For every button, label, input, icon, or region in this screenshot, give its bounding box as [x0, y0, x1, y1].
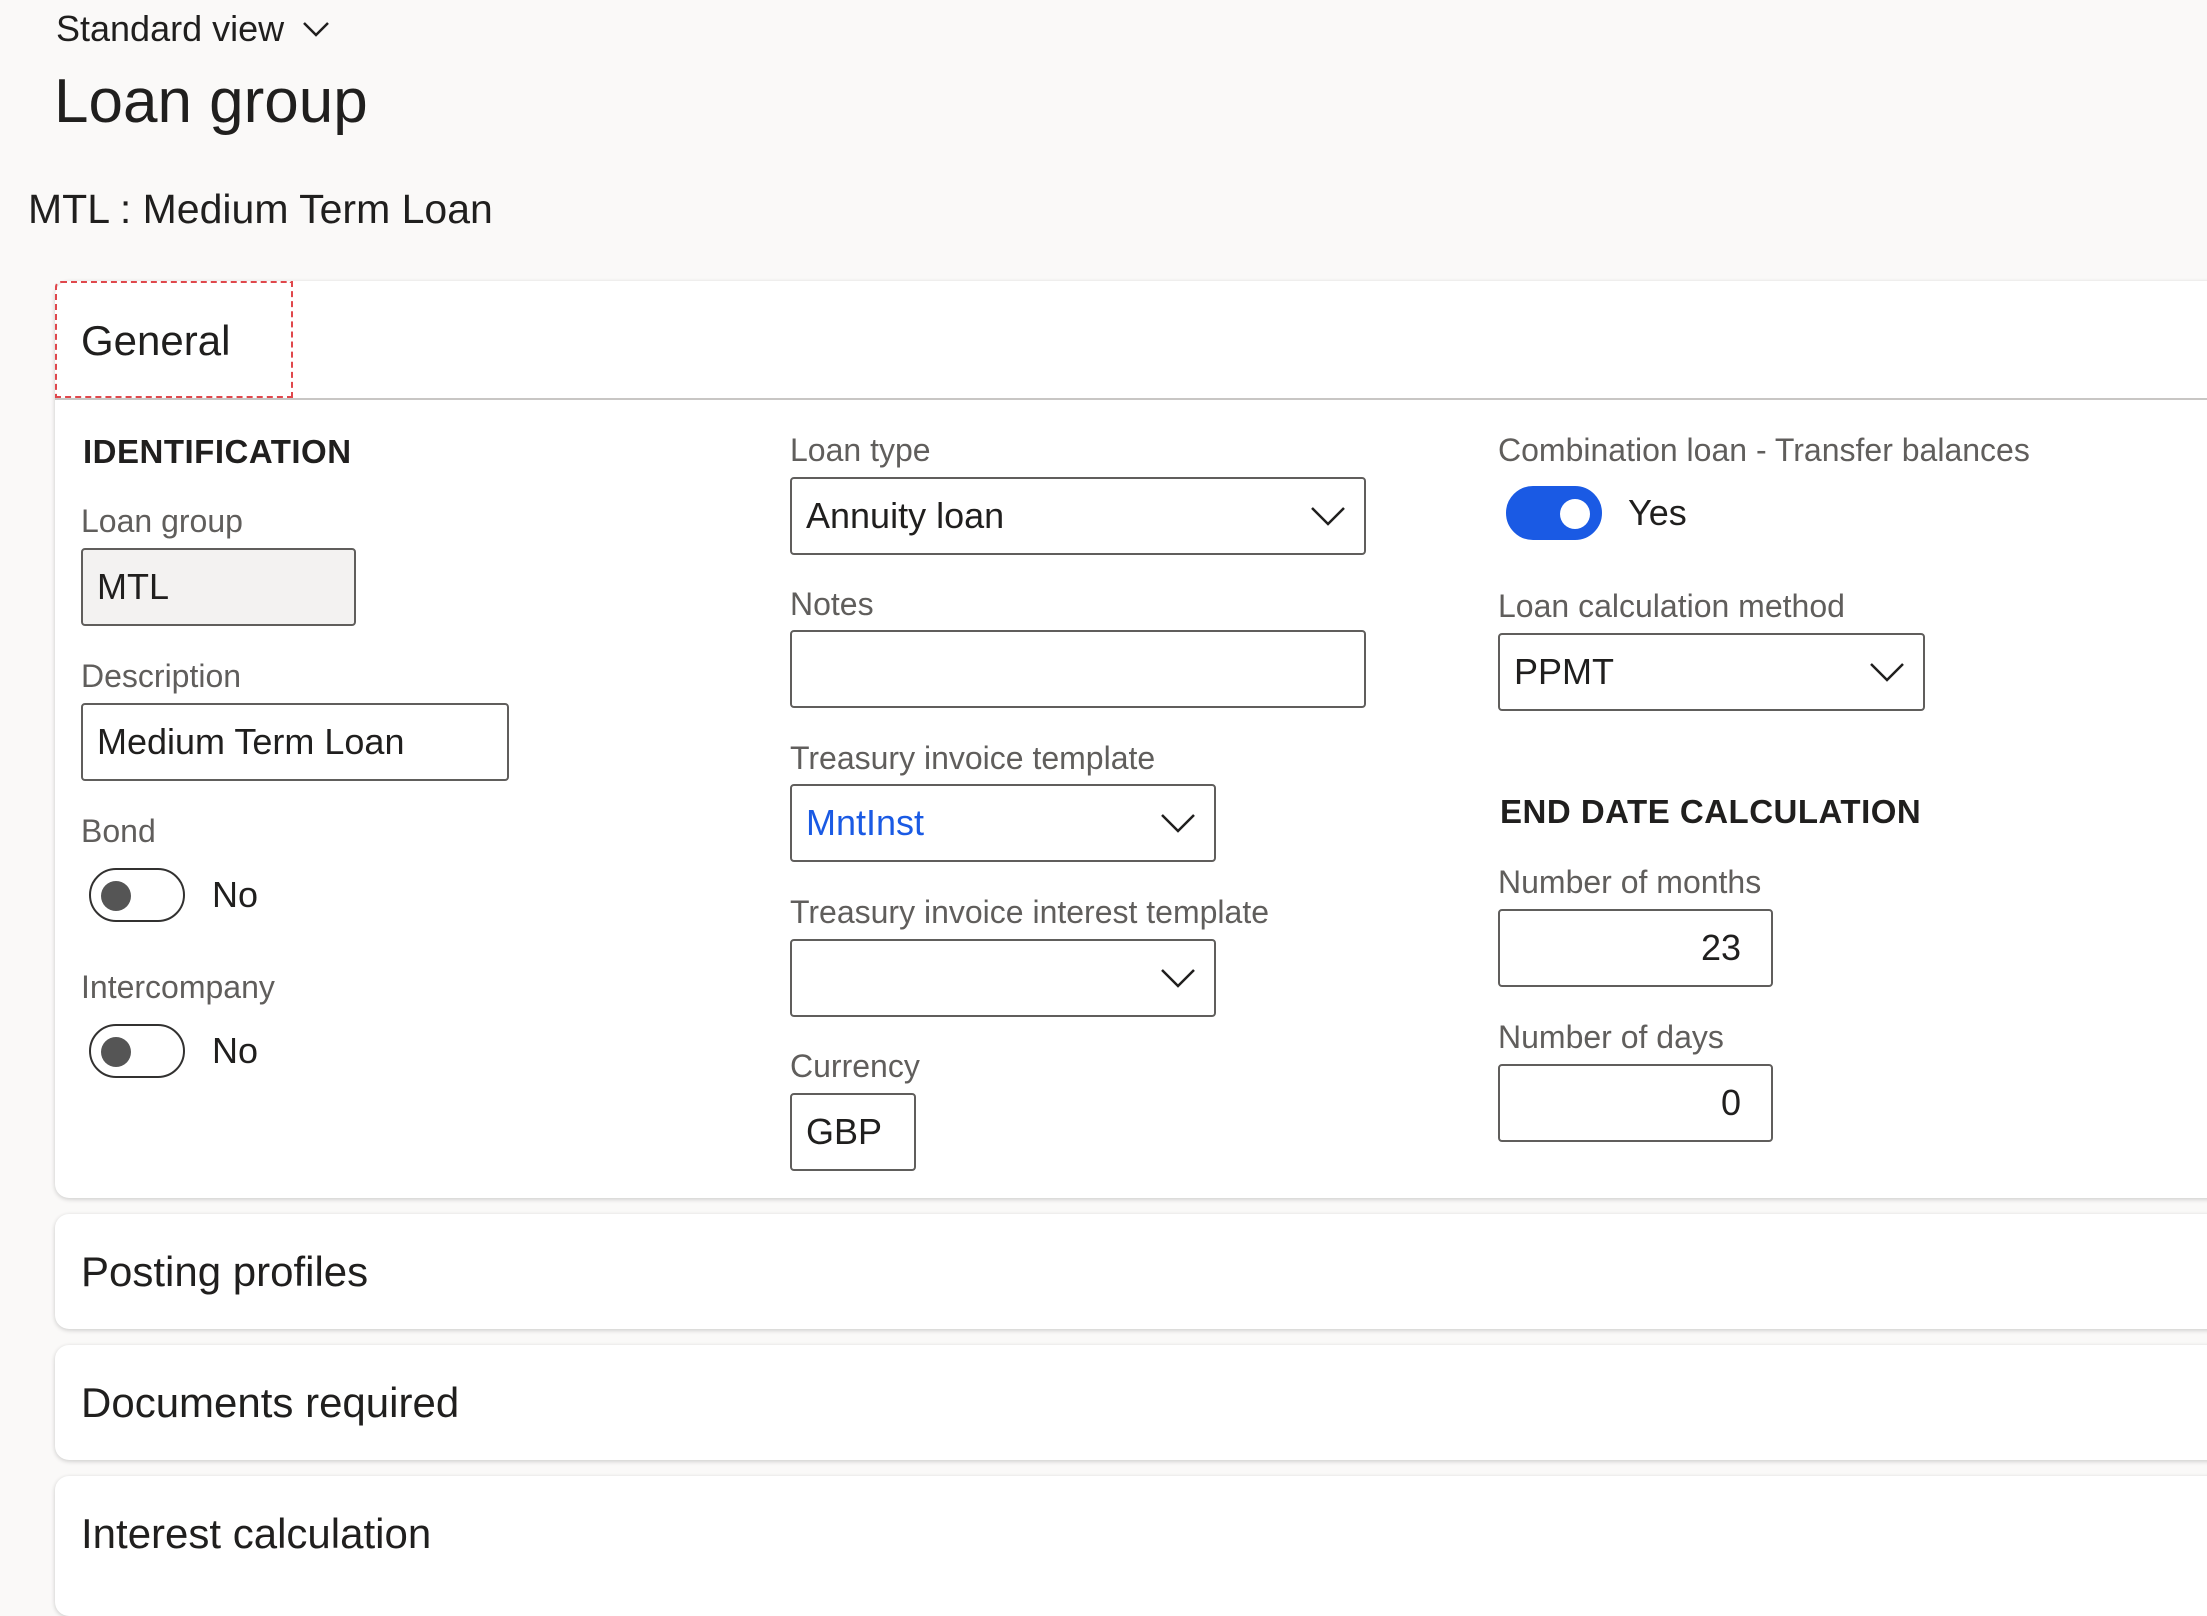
- invoice-template-dropdown[interactable]: MntInst: [790, 784, 1216, 862]
- chevron-down-icon: [1311, 507, 1345, 526]
- months-field[interactable]: 23: [1498, 909, 1773, 987]
- chevron-down-icon: [1161, 814, 1195, 833]
- loan-group-value: MTL: [97, 566, 169, 607]
- combination-loan-label: Combination loan - Transfer balances: [1498, 432, 2030, 468]
- general-tab-header[interactable]: General: [55, 281, 2207, 400]
- loan-type-label: Loan type: [790, 432, 931, 468]
- general-fasttab: General IDENTIFICATION Loan group MTL De…: [55, 281, 2207, 1198]
- calc-method-dropdown[interactable]: PPMT: [1498, 633, 1925, 711]
- toggle-knob: [101, 881, 131, 911]
- loan-group-label: Loan group: [81, 503, 243, 539]
- toggle-knob: [101, 1037, 131, 1067]
- loan-type-dropdown[interactable]: Annuity loan: [790, 477, 1366, 555]
- calc-method-value: PPMT: [1514, 651, 1615, 692]
- description-label: Description: [81, 658, 242, 694]
- chevron-down-icon: [1161, 969, 1195, 988]
- currency-field[interactable]: GBP: [790, 1093, 916, 1171]
- interest-calculation-title: Interest calculation: [81, 1510, 432, 1557]
- days-field[interactable]: 0: [1498, 1064, 1773, 1142]
- posting-profiles-title: Posting profiles: [81, 1248, 369, 1295]
- chevron-down-icon: [1870, 663, 1904, 682]
- bond-label: Bond: [81, 813, 156, 849]
- notes-field[interactable]: [790, 630, 1366, 708]
- description-value: Medium Term Loan: [97, 721, 405, 762]
- invoice-template-label: Treasury invoice template: [790, 740, 1156, 776]
- toggle-knob: [1560, 499, 1590, 529]
- combination-loan-value: Yes: [1628, 492, 1687, 533]
- loan-group-field[interactable]: MTL: [81, 548, 356, 626]
- documents-required-fasttab[interactable]: Documents required: [55, 1345, 2207, 1460]
- identification-section-label: IDENTIFICATION: [83, 433, 352, 470]
- months-label: Number of months: [1498, 864, 1762, 900]
- posting-profiles-fasttab[interactable]: Posting profiles: [55, 1214, 2207, 1329]
- description-field[interactable]: Medium Term Loan: [81, 703, 509, 781]
- interest-template-dropdown[interactable]: [790, 939, 1216, 1017]
- interest-template-label: Treasury invoice interest template: [790, 894, 1270, 930]
- intercompany-value: No: [212, 1030, 259, 1071]
- end-date-section-label: END DATE CALCULATION: [1500, 793, 1922, 830]
- record-title: MTL : Medium Term Loan: [28, 186, 493, 232]
- view-switcher-label: Standard view: [56, 8, 285, 49]
- days-value: 0: [1720, 1082, 1741, 1123]
- chevron-down-icon: [303, 22, 330, 37]
- intercompany-label: Intercompany: [81, 969, 275, 1005]
- currency-label: Currency: [790, 1048, 920, 1084]
- page-title: Loan group: [54, 67, 368, 136]
- loan-type-value: Annuity loan: [806, 495, 1005, 536]
- documents-required-title: Documents required: [81, 1379, 460, 1426]
- general-tab-title: General: [81, 317, 231, 364]
- months-value: 23: [1700, 927, 1741, 968]
- combination-loan-toggle[interactable]: [1506, 486, 1602, 540]
- interest-calculation-fasttab[interactable]: Interest calculation: [55, 1476, 2207, 1616]
- notes-label: Notes: [790, 586, 874, 622]
- intercompany-toggle[interactable]: [89, 1024, 185, 1078]
- currency-value: GBP: [806, 1111, 883, 1152]
- calc-method-label: Loan calculation method: [1498, 588, 1845, 624]
- bond-value: No: [212, 874, 259, 915]
- days-label: Number of days: [1498, 1019, 1724, 1055]
- bond-toggle[interactable]: [89, 868, 185, 922]
- view-switcher[interactable]: Standard view: [56, 8, 332, 50]
- invoice-template-value[interactable]: MntInst: [806, 802, 924, 844]
